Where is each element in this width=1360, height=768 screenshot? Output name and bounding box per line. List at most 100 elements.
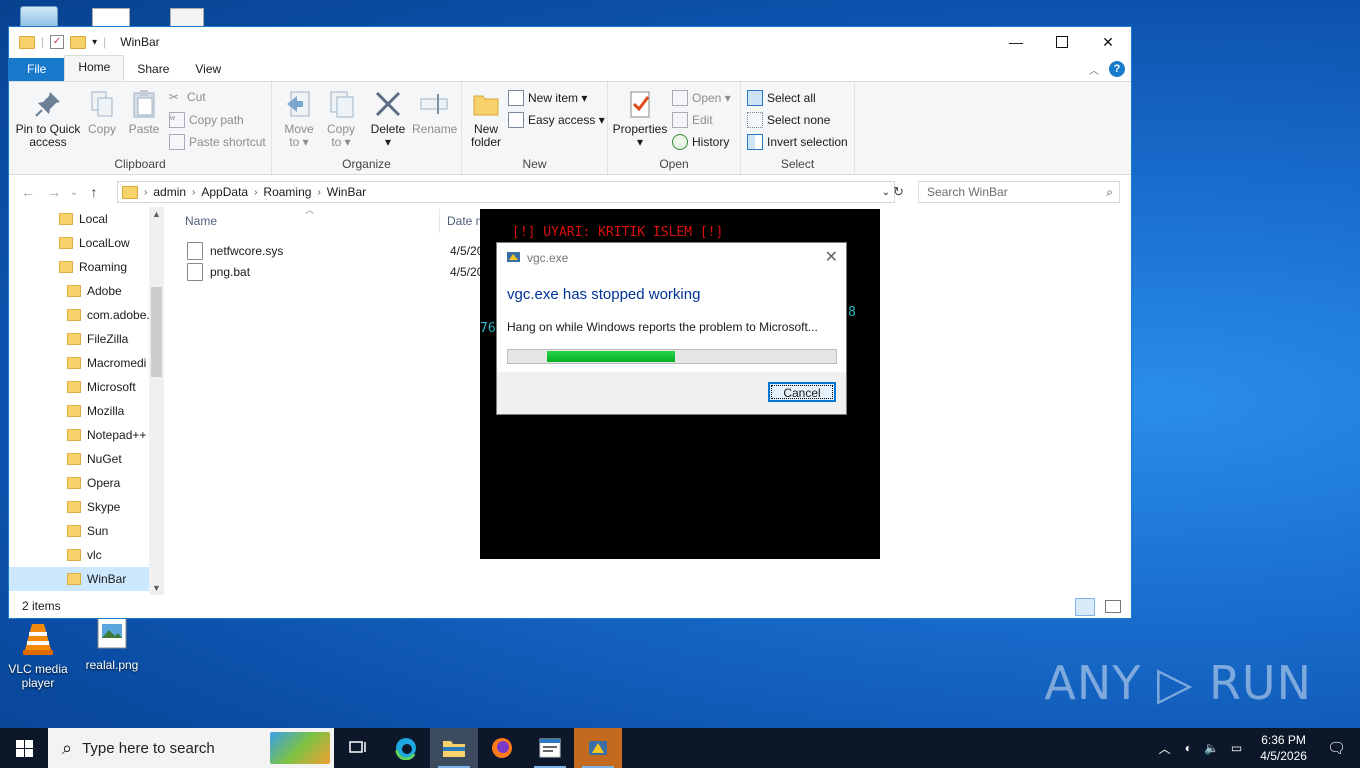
- up-arrow-icon[interactable]: ↑: [81, 184, 107, 200]
- history-button[interactable]: History: [672, 134, 729, 150]
- open-button[interactable]: Open ▾: [672, 90, 731, 106]
- task-view-button[interactable]: [334, 728, 382, 768]
- breadcrumb-appdata[interactable]: AppData: [195, 185, 254, 199]
- copy-label: Copy: [87, 122, 116, 136]
- nav-item-com-adobe[interactable]: com.adobe.: [9, 303, 164, 327]
- taskbar-edge[interactable]: [382, 728, 430, 768]
- nav-item-filezilla[interactable]: FileZilla: [9, 327, 164, 351]
- move-to-button[interactable]: Move to ▾: [280, 88, 318, 149]
- nav-item-winbar[interactable]: WinBar: [9, 567, 164, 591]
- close-icon[interactable]: ✕: [1085, 27, 1131, 57]
- address-dropdown-icon[interactable]: ⌄: [882, 187, 890, 198]
- pin-to-quick-access-button[interactable]: Pin to Quick access: [14, 88, 82, 149]
- paste-shortcut-button[interactable]: Paste shortcut: [169, 134, 266, 150]
- search-highlight-icon[interactable]: [270, 732, 330, 764]
- nav-label: vlc: [87, 548, 102, 562]
- vlc-icon: [18, 618, 58, 658]
- scissors-icon: ✂: [169, 90, 180, 104]
- scroll-up-icon[interactable]: ▲: [149, 209, 164, 219]
- taskbar-file-explorer[interactable]: [430, 728, 478, 768]
- invert-selection-button[interactable]: Invert selection: [747, 134, 848, 150]
- meet-now-icon[interactable]: ◐: [1185, 741, 1192, 755]
- nav-item-vlc[interactable]: vlc: [9, 543, 164, 567]
- nav-item-roaming[interactable]: Roaming: [9, 255, 164, 279]
- search-input[interactable]: Search WinBar ⌕: [918, 181, 1120, 203]
- tab-view[interactable]: View: [182, 58, 234, 81]
- taskbar-search[interactable]: ⌕ Type here to search: [48, 728, 334, 768]
- nav-item-nuget[interactable]: NuGet: [9, 447, 164, 471]
- nav-item-notepadpp[interactable]: Notepad++: [9, 423, 164, 447]
- taskbar-vgc-app[interactable]: [574, 728, 622, 768]
- folder-icon: [67, 357, 81, 369]
- delete-button[interactable]: Delete ▾: [368, 88, 408, 149]
- show-hidden-icons-chevron-icon[interactable]: ︿: [1159, 740, 1171, 757]
- customize-chevron-icon[interactable]: ▾: [92, 37, 97, 48]
- new-item-button[interactable]: New item ▾: [508, 90, 587, 106]
- large-icons-view-icon[interactable]: [1105, 600, 1121, 613]
- desktop-icon-partial-3[interactable]: [170, 8, 204, 28]
- nav-scrollbar[interactable]: ▲ ▼: [149, 207, 164, 595]
- properties-quick-icon[interactable]: ✓: [50, 35, 65, 49]
- new-folder-quick-icon[interactable]: [70, 35, 87, 49]
- column-divider[interactable]: [439, 209, 440, 233]
- select-all-button[interactable]: Select all: [747, 90, 816, 106]
- breadcrumb-admin[interactable]: admin: [147, 185, 192, 199]
- tab-share[interactable]: Share: [124, 58, 182, 81]
- tab-home[interactable]: Home: [64, 55, 125, 81]
- nav-item-adobe[interactable]: Adobe: [9, 279, 164, 303]
- desktop-icon-partial-2[interactable]: [92, 8, 130, 28]
- copy-path-button[interactable]: w Copy path: [169, 112, 244, 128]
- desktop-icon-vlc[interactable]: VLC media player: [0, 618, 76, 690]
- desktop-icon-realal[interactable]: realal.png: [74, 614, 150, 672]
- maximize-icon[interactable]: [1039, 27, 1085, 57]
- breadcrumb-roaming[interactable]: Roaming: [257, 185, 317, 199]
- copy-to-button[interactable]: Copy to ▾: [322, 88, 360, 149]
- copy-button[interactable]: Copy: [86, 88, 118, 136]
- start-button[interactable]: [0, 728, 48, 768]
- column-name[interactable]: Name: [185, 214, 217, 228]
- close-icon[interactable]: ✕: [825, 247, 838, 267]
- nav-item-opera[interactable]: Opera: [9, 471, 164, 495]
- taskbar-console-app[interactable]: [526, 728, 574, 768]
- refresh-icon[interactable]: ↻: [893, 184, 904, 200]
- address-bar[interactable]: › admin › AppData › Roaming › WinBar ⌄: [117, 181, 895, 203]
- network-icon[interactable]: ▭: [1231, 741, 1242, 755]
- file-row[interactable]: png.bat 4/5/20: [187, 261, 483, 282]
- edit-button[interactable]: Edit: [672, 112, 713, 128]
- back-arrow-icon[interactable]: ←: [15, 184, 41, 200]
- cut-button[interactable]: ✂ Cut: [169, 90, 206, 104]
- clock[interactable]: 6:36 PM 4/5/2026: [1260, 732, 1307, 764]
- notifications-icon[interactable]: 🗨: [1327, 739, 1346, 757]
- taskbar-search-placeholder: Type here to search: [82, 739, 215, 757]
- paste-button[interactable]: Paste: [126, 88, 162, 136]
- desktop-icon-partial-1[interactable]: [20, 6, 58, 28]
- ribbon-collapse-icon[interactable]: ︿: [1089, 62, 1099, 77]
- recent-chevron-icon[interactable]: ⌄: [67, 187, 81, 198]
- taskbar-firefox[interactable]: [478, 728, 526, 768]
- volume-icon[interactable]: 🔈: [1204, 741, 1219, 755]
- nav-item-microsoft[interactable]: Microsoft: [9, 375, 164, 399]
- nav-item-mozilla[interactable]: Mozilla: [9, 399, 164, 423]
- file-row[interactable]: netfwcore.sys 4/5/20: [187, 240, 483, 261]
- easy-access-button[interactable]: Easy access ▾: [508, 112, 605, 128]
- nav-item-locallow[interactable]: LocalLow: [9, 231, 164, 255]
- nav-item-macromedia[interactable]: Macromedi: [9, 351, 164, 375]
- scroll-down-icon[interactable]: ▼: [149, 583, 164, 593]
- cancel-button[interactable]: Cancel: [768, 382, 836, 402]
- nav-label: LocalLow: [79, 236, 130, 250]
- rename-button[interactable]: Rename: [412, 88, 457, 136]
- new-folder-button[interactable]: New folder: [468, 88, 504, 149]
- breadcrumb-winbar[interactable]: WinBar: [321, 185, 372, 199]
- details-view-icon[interactable]: [1075, 598, 1095, 616]
- nav-item-local[interactable]: Local: [9, 207, 164, 231]
- scroll-thumb[interactable]: [151, 287, 162, 377]
- tab-file[interactable]: File: [9, 58, 65, 81]
- help-icon[interactable]: ?: [1109, 61, 1125, 77]
- nav-item-sun[interactable]: Sun: [9, 519, 164, 543]
- properties-button[interactable]: Properties ▾: [612, 88, 668, 149]
- select-none-button[interactable]: Select none: [747, 112, 830, 128]
- dialog-message: Hang on while Windows reports the proble…: [507, 320, 818, 334]
- forward-arrow-icon[interactable]: →: [41, 184, 67, 200]
- nav-item-skype[interactable]: Skype: [9, 495, 164, 519]
- minimize-icon[interactable]: —: [993, 27, 1039, 57]
